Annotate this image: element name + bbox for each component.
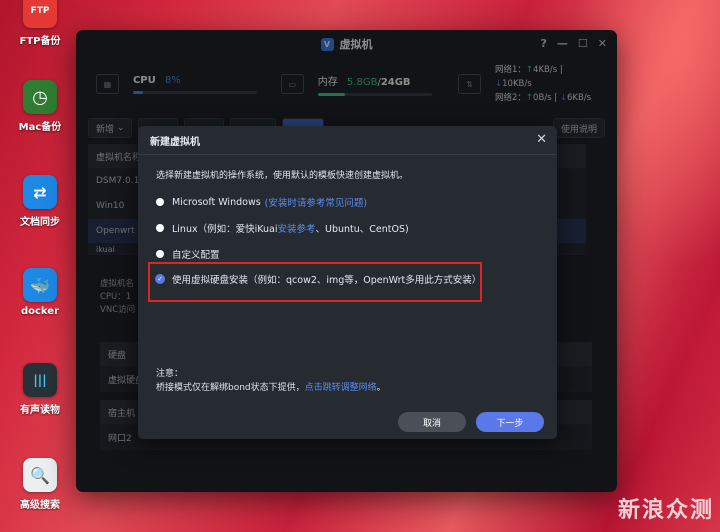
desktop-app-mac-backup[interactable]: ◷ Mac备份 [0,80,80,133]
ftp-icon: FTP [23,0,57,28]
desktop-app-label: 有声读物 [20,405,60,416]
option-label: Linux（例如：爱快iKuai [172,224,278,235]
desktop-app-label: docker [20,306,60,317]
option-label: 自定义配置 [172,250,220,261]
next-button[interactable]: 下一步 [476,412,544,432]
option-label-tail: 、Ubuntu、CentOS) [315,224,409,235]
option-linux[interactable]: Linux（例如：爱快iKuai 安装参考 、Ubuntu、CentOS) [156,221,409,235]
highlight-box [148,262,482,302]
option-windows[interactable]: Microsoft Windows (安装时请参考常见问题) [156,195,367,209]
close-icon[interactable]: ✕ [536,132,547,147]
desktop-app-audiobooks[interactable]: ||| 有声读物 [0,363,80,416]
option-label: Microsoft Windows [172,196,261,208]
dialog-header: 新建虚拟机 ✕ [138,126,557,155]
dialog-description: 选择新建虚拟机的操作系统，使用默认的模板快速创建虚拟机。 [156,171,409,181]
desktop-app-label: 高级搜索 [20,500,60,511]
radio-button[interactable] [156,198,164,206]
radio-button[interactable] [156,250,164,258]
note-title: 注意： [156,369,184,379]
search-icon: 🔍 [23,458,57,492]
desktop-app-ftp-backup[interactable]: FTP FTP备份 [0,0,80,47]
desktop-app-docker[interactable]: 🐳 docker [0,268,80,317]
note-text: 桥接模式仅在解绑bond状态下提供， [156,383,305,393]
note-end: 。 [376,383,386,393]
option-custom[interactable]: 自定义配置 [156,247,220,261]
sync-icon: ⇄ [23,175,57,209]
linux-install-link[interactable]: 安装参考 [277,221,315,235]
desktop-app-label: 文档同步 [20,217,60,228]
dialog-title: 新建虚拟机 [150,136,200,148]
audio-wave-icon: ||| [23,363,57,397]
desktop-app-label: FTP备份 [19,36,61,47]
windows-help-link[interactable]: (安装时请参考常见问题) [265,195,367,209]
time-machine-icon: ◷ [23,80,57,114]
note-text-row: 桥接模式仅在解绑bond状态下提供，点击跳转调整网络。 [156,380,386,393]
watermark: 新浪众测 [617,498,714,523]
docker-icon: 🐳 [23,268,57,302]
desktop-app-advanced-search[interactable]: 🔍 高级搜索 [0,458,80,511]
cancel-button[interactable]: 取消 [398,412,466,432]
desktop-app-doc-sync[interactable]: ⇄ 文档同步 [0,175,80,228]
radio-button[interactable] [156,224,164,232]
desktop-app-label: Mac备份 [18,122,62,133]
network-settings-link[interactable]: 点击跳转调整网络 [305,383,377,393]
